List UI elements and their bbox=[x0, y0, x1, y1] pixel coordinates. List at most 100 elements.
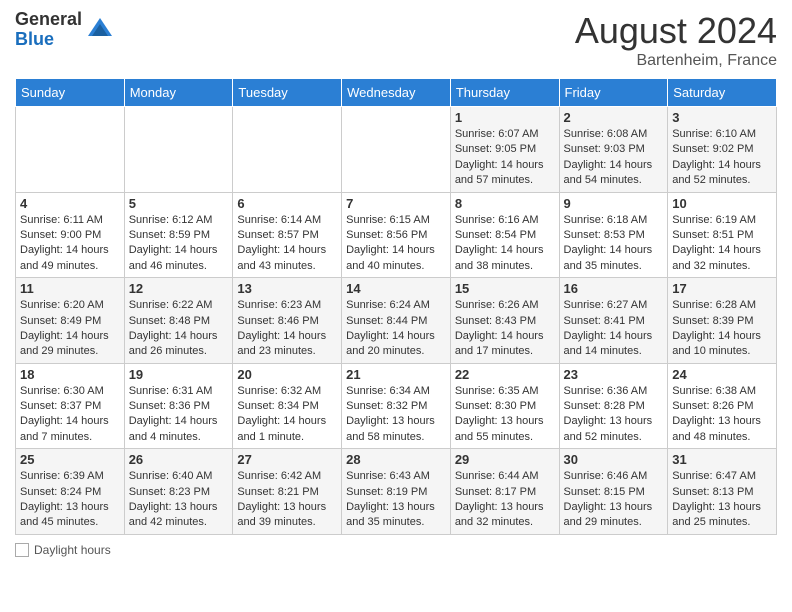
calendar-day-header: Saturday bbox=[668, 79, 777, 107]
calendar-day-header: Wednesday bbox=[342, 79, 451, 107]
day-info: Sunrise: 6:30 AM Sunset: 8:37 PM Dayligh… bbox=[20, 384, 120, 446]
logo-general: General bbox=[15, 10, 82, 30]
day-info: Sunrise: 6:20 AM Sunset: 8:49 PM Dayligh… bbox=[20, 298, 120, 360]
day-number: 3 bbox=[672, 110, 772, 125]
calendar-table: SundayMondayTuesdayWednesdayThursdayFrid… bbox=[15, 78, 777, 535]
calendar-week-row: 1Sunrise: 6:07 AM Sunset: 9:05 PM Daylig… bbox=[16, 107, 777, 193]
calendar-cell: 4Sunrise: 6:11 AM Sunset: 9:00 PM Daylig… bbox=[16, 192, 125, 278]
title-block: August 2024 Bartenheim, France bbox=[575, 10, 777, 70]
calendar-day-header: Thursday bbox=[450, 79, 559, 107]
day-number: 27 bbox=[237, 452, 337, 467]
day-info: Sunrise: 6:15 AM Sunset: 8:56 PM Dayligh… bbox=[346, 213, 446, 275]
calendar-cell: 17 Sunrise: 6:28 AM Sunset: 8:39 PM Dayli… bbox=[668, 278, 777, 364]
day-number: 7 bbox=[346, 196, 446, 211]
day-number: 28 bbox=[346, 452, 446, 467]
calendar-cell: 20Sunrise: 6:32 AM Sunset: 8:34 PM Dayli… bbox=[233, 363, 342, 449]
day-number: 11 bbox=[20, 281, 120, 296]
calendar-cell: 23 Sunrise: 6:36 AM Sunset: 8:28 PM Dayli… bbox=[559, 363, 668, 449]
logo: General Blue bbox=[15, 10, 114, 50]
calendar-cell bbox=[342, 107, 451, 193]
day-info: Sunrise: 6:27 AM Sunset: 8:41 PM Dayligh… bbox=[564, 298, 664, 360]
calendar-cell: 12 Sunrise: 6:22 AM Sunset: 8:48 PM Dayli… bbox=[124, 278, 233, 364]
day-info: Sunrise: 6:31 AM Sunset: 8:36 PM Dayligh… bbox=[129, 384, 229, 446]
calendar-cell: 25 Sunrise: 6:39 AM Sunset: 8:24 PM Dayli… bbox=[16, 449, 125, 535]
day-info: Sunrise: 6:39 AM Sunset: 8:24 PM Dayligh… bbox=[20, 469, 120, 531]
day-number: 6 bbox=[237, 196, 337, 211]
calendar-cell: 8Sunrise: 6:16 AM Sunset: 8:54 PM Daylig… bbox=[450, 192, 559, 278]
calendar-cell: 19 Sunrise: 6:31 AM Sunset: 8:36 PM Dayli… bbox=[124, 363, 233, 449]
calendar-cell bbox=[16, 107, 125, 193]
day-info: Sunrise: 6:28 AM Sunset: 8:39 PM Dayligh… bbox=[672, 298, 772, 360]
calendar-cell: 9Sunrise: 6:18 AM Sunset: 8:53 PM Daylig… bbox=[559, 192, 668, 278]
calendar-cell: 31Sunrise: 6:47 AM Sunset: 8:13 PM Dayli… bbox=[668, 449, 777, 535]
calendar-week-row: 4Sunrise: 6:11 AM Sunset: 9:00 PM Daylig… bbox=[16, 192, 777, 278]
logo-icon bbox=[86, 16, 114, 44]
day-info: Sunrise: 6:36 AM Sunset: 8:28 PM Dayligh… bbox=[564, 384, 664, 446]
calendar-cell: 22 Sunrise: 6:35 AM Sunset: 8:30 PM Dayli… bbox=[450, 363, 559, 449]
calendar-cell: 29 Sunrise: 6:44 AM Sunset: 8:17 PM Dayli… bbox=[450, 449, 559, 535]
footer-box bbox=[15, 543, 29, 557]
day-info: Sunrise: 6:24 AM Sunset: 8:44 PM Dayligh… bbox=[346, 298, 446, 360]
day-number: 10 bbox=[672, 196, 772, 211]
calendar-cell: 21Sunrise: 6:34 AM Sunset: 8:32 PM Dayli… bbox=[342, 363, 451, 449]
calendar-cell: 6 Sunrise: 6:14 AM Sunset: 8:57 PM Daylig… bbox=[233, 192, 342, 278]
day-number: 22 bbox=[455, 367, 555, 382]
day-number: 25 bbox=[20, 452, 120, 467]
day-number: 17 bbox=[672, 281, 772, 296]
day-info: Sunrise: 6:32 AM Sunset: 8:34 PM Dayligh… bbox=[237, 384, 337, 446]
month-year: August 2024 bbox=[575, 10, 777, 52]
day-number: 26 bbox=[129, 452, 229, 467]
day-number: 23 bbox=[564, 367, 664, 382]
calendar-day-header: Sunday bbox=[16, 79, 125, 107]
calendar-week-row: 18 Sunrise: 6:30 AM Sunset: 8:37 PM Dayli… bbox=[16, 363, 777, 449]
calendar-cell bbox=[233, 107, 342, 193]
day-info: Sunrise: 6:10 AM Sunset: 9:02 PM Dayligh… bbox=[672, 127, 772, 189]
day-number: 2 bbox=[564, 110, 664, 125]
calendar-cell: 15Sunrise: 6:26 AM Sunset: 8:43 PM Dayli… bbox=[450, 278, 559, 364]
calendar-week-row: 25 Sunrise: 6:39 AM Sunset: 8:24 PM Dayli… bbox=[16, 449, 777, 535]
calendar-header-row: SundayMondayTuesdayWednesdayThursdayFrid… bbox=[16, 79, 777, 107]
calendar-week-row: 11 Sunrise: 6:20 AM Sunset: 8:49 PM Dayli… bbox=[16, 278, 777, 364]
calendar-cell: 11 Sunrise: 6:20 AM Sunset: 8:49 PM Dayli… bbox=[16, 278, 125, 364]
calendar-cell: 10 Sunrise: 6:19 AM Sunset: 8:51 PM Dayli… bbox=[668, 192, 777, 278]
day-number: 8 bbox=[455, 196, 555, 211]
day-number: 12 bbox=[129, 281, 229, 296]
day-info: Sunrise: 6:19 AM Sunset: 8:51 PM Dayligh… bbox=[672, 213, 772, 275]
calendar-cell: 3 Sunrise: 6:10 AM Sunset: 9:02 PM Daylig… bbox=[668, 107, 777, 193]
day-info: Sunrise: 6:12 AM Sunset: 8:59 PM Dayligh… bbox=[129, 213, 229, 275]
day-number: 24 bbox=[672, 367, 772, 382]
day-info: Sunrise: 6:08 AM Sunset: 9:03 PM Dayligh… bbox=[564, 127, 664, 189]
day-number: 9 bbox=[564, 196, 664, 211]
calendar-cell: 18 Sunrise: 6:30 AM Sunset: 8:37 PM Dayli… bbox=[16, 363, 125, 449]
day-number: 18 bbox=[20, 367, 120, 382]
calendar-cell: 1Sunrise: 6:07 AM Sunset: 9:05 PM Daylig… bbox=[450, 107, 559, 193]
day-info: Sunrise: 6:42 AM Sunset: 8:21 PM Dayligh… bbox=[237, 469, 337, 531]
day-info: Sunrise: 6:35 AM Sunset: 8:30 PM Dayligh… bbox=[455, 384, 555, 446]
day-number: 5 bbox=[129, 196, 229, 211]
day-info: Sunrise: 6:47 AM Sunset: 8:13 PM Dayligh… bbox=[672, 469, 772, 531]
location: Bartenheim, France bbox=[575, 52, 777, 70]
calendar-cell: 24 Sunrise: 6:38 AM Sunset: 8:26 PM Dayli… bbox=[668, 363, 777, 449]
calendar-day-header: Friday bbox=[559, 79, 668, 107]
calendar-cell: 30Sunrise: 6:46 AM Sunset: 8:15 PM Dayli… bbox=[559, 449, 668, 535]
day-number: 15 bbox=[455, 281, 555, 296]
day-info: Sunrise: 6:14 AM Sunset: 8:57 PM Dayligh… bbox=[237, 213, 337, 275]
day-number: 1 bbox=[455, 110, 555, 125]
day-number: 4 bbox=[20, 196, 120, 211]
day-number: 29 bbox=[455, 452, 555, 467]
footer-label: Daylight hours bbox=[34, 543, 111, 557]
calendar-cell: 27 Sunrise: 6:42 AM Sunset: 8:21 PM Dayli… bbox=[233, 449, 342, 535]
calendar-cell: 5 Sunrise: 6:12 AM Sunset: 8:59 PM Daylig… bbox=[124, 192, 233, 278]
day-number: 14 bbox=[346, 281, 446, 296]
calendar-day-header: Monday bbox=[124, 79, 233, 107]
calendar-cell: 14 Sunrise: 6:24 AM Sunset: 8:44 PM Dayli… bbox=[342, 278, 451, 364]
day-number: 30 bbox=[564, 452, 664, 467]
day-info: Sunrise: 6:38 AM Sunset: 8:26 PM Dayligh… bbox=[672, 384, 772, 446]
day-info: Sunrise: 6:43 AM Sunset: 8:19 PM Dayligh… bbox=[346, 469, 446, 531]
page-header: General Blue August 2024 Bartenheim, Fra… bbox=[15, 10, 777, 70]
day-info: Sunrise: 6:44 AM Sunset: 8:17 PM Dayligh… bbox=[455, 469, 555, 531]
calendar-cell: 2 Sunrise: 6:08 AM Sunset: 9:03 PM Daylig… bbox=[559, 107, 668, 193]
day-number: 21 bbox=[346, 367, 446, 382]
day-info: Sunrise: 6:22 AM Sunset: 8:48 PM Dayligh… bbox=[129, 298, 229, 360]
day-number: 19 bbox=[129, 367, 229, 382]
